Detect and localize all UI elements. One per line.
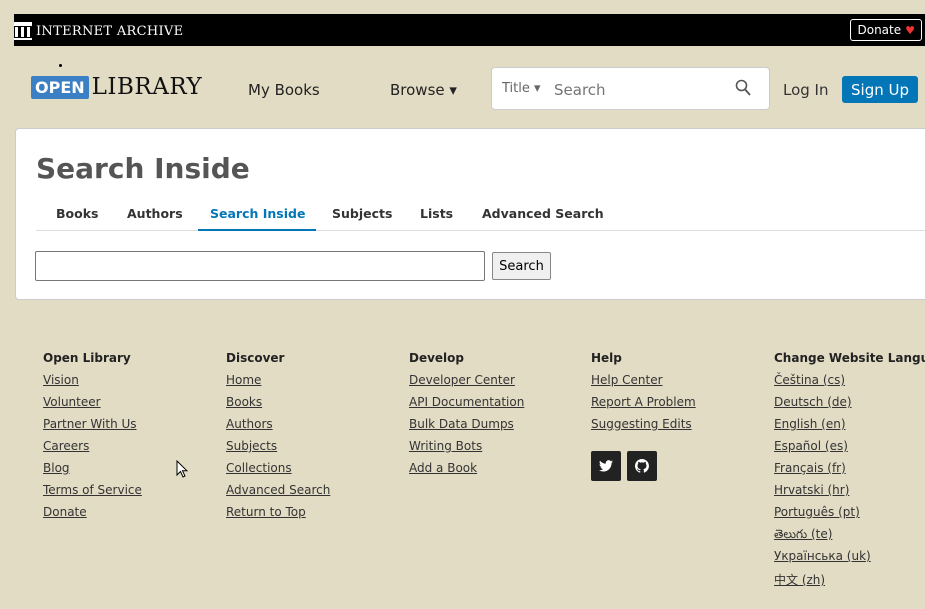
footer-link[interactable]: Terms of Service [43, 483, 142, 505]
donate-label: Donate [857, 23, 902, 37]
language-link[interactable]: తెలుగు (te) [774, 527, 925, 549]
language-link[interactable]: Français (fr) [774, 461, 925, 483]
archive-building-icon [14, 22, 32, 40]
donate-button[interactable]: Donate ♥ [850, 19, 922, 41]
search-scope-select[interactable]: Title ▾ [502, 81, 541, 96]
footer-link[interactable]: Collections [226, 461, 330, 483]
footer-link[interactable]: Writing Bots [409, 439, 524, 461]
footer-heading: Help [591, 351, 622, 365]
footer-heading: Develop [409, 351, 465, 365]
footer-link[interactable]: Authors [226, 417, 330, 439]
internet-archive-logo[interactable]: INTERNET ARCHIVE [14, 22, 183, 40]
language-link[interactable]: English (en) [774, 417, 925, 439]
footer-link[interactable]: Volunteer [43, 395, 142, 417]
page-title: Search Inside [36, 152, 250, 185]
footer-link[interactable]: Blog [43, 461, 142, 483]
language-link[interactable]: Português (pt) [774, 505, 925, 527]
footer-col-language: Change Website Langua Čeština (cs) Deuts… [774, 351, 925, 593]
my-books-link[interactable]: My Books [248, 81, 320, 99]
footer-heading: Change Website Langua [774, 351, 925, 365]
search-inside-panel: Search Inside Books Authors Search Insid… [15, 128, 925, 300]
tab-advanced-search[interactable]: Advanced Search [482, 206, 604, 221]
tab-subjects[interactable]: Subjects [332, 206, 392, 221]
logo-open: OPEN [31, 75, 89, 99]
language-link[interactable]: Deutsch (de) [774, 395, 925, 417]
footer-heading: Discover [226, 351, 285, 365]
internet-archive-title: INTERNET ARCHIVE [36, 23, 184, 39]
footer-col-help: Help Help Center Report A Problem Sugges… [591, 351, 696, 481]
tab-lists[interactable]: Lists [420, 206, 453, 221]
language-link[interactable]: Українська (uk) [774, 549, 925, 571]
heart-icon: ♥ [905, 23, 915, 37]
footer-heading: Open Library [43, 351, 131, 365]
search-icon[interactable] [735, 79, 751, 97]
github-icon[interactable] [627, 451, 657, 481]
tab-authors[interactable]: Authors [127, 206, 183, 221]
language-link[interactable]: Español (es) [774, 439, 925, 461]
footer-link[interactable]: Add a Book [409, 461, 524, 483]
active-tab-indicator [198, 229, 316, 231]
footer-link[interactable]: Help Center [591, 373, 696, 395]
footer-col-open-library: Open Library Vision Volunteer Partner Wi… [43, 351, 142, 527]
header-search: Title ▾ [491, 67, 770, 110]
footer-col-discover: Discover Home Books Authors Subjects Col… [226, 351, 330, 527]
language-link[interactable]: Hrvatski (hr) [774, 483, 925, 505]
social-links [591, 451, 696, 481]
language-link[interactable]: 中文 (zh) [774, 571, 925, 593]
footer-link[interactable]: Bulk Data Dumps [409, 417, 524, 439]
footer-link[interactable]: Suggesting Edits [591, 417, 696, 439]
footer-link[interactable]: Careers [43, 439, 142, 461]
footer-link[interactable]: Partner With Us [43, 417, 142, 439]
login-link[interactable]: Log In [783, 81, 829, 99]
footer-link[interactable]: Vision [43, 373, 142, 395]
search-inside-button[interactable]: Search [492, 252, 551, 280]
twitter-icon[interactable] [591, 451, 621, 481]
internet-archive-bar: INTERNET ARCHIVE Donate ♥ [14, 14, 925, 46]
footer-link[interactable]: Donate [43, 505, 142, 527]
footer-col-develop: Develop Developer Center API Documentati… [409, 351, 524, 483]
tab-books[interactable]: Books [56, 206, 98, 221]
footer-link[interactable]: Report A Problem [591, 395, 696, 417]
signup-button[interactable]: Sign Up [842, 76, 918, 103]
footer-link[interactable]: Books [226, 395, 330, 417]
logo-library: LIBRARY [91, 74, 203, 100]
header-search-input[interactable] [554, 81, 714, 99]
footer-link[interactable]: Home [226, 373, 330, 395]
logo-dot [59, 64, 62, 67]
footer-link[interactable]: Subjects [226, 439, 330, 461]
browse-menu[interactable]: Browse ▾ [390, 81, 457, 99]
mouse-cursor-icon [176, 460, 188, 478]
footer-link[interactable]: Return to Top [226, 505, 330, 527]
footer-link[interactable]: API Documentation [409, 395, 524, 417]
search-tabs: Books Authors Search Inside Subjects Lis… [36, 195, 925, 231]
footer-link[interactable]: Advanced Search [226, 483, 330, 505]
search-inside-input[interactable] [35, 251, 485, 281]
tab-search-inside[interactable]: Search Inside [210, 206, 305, 221]
language-link[interactable]: Čeština (cs) [774, 373, 925, 395]
open-library-logo[interactable]: OPEN LIBRARY [31, 64, 203, 100]
footer-link[interactable]: Developer Center [409, 373, 524, 395]
